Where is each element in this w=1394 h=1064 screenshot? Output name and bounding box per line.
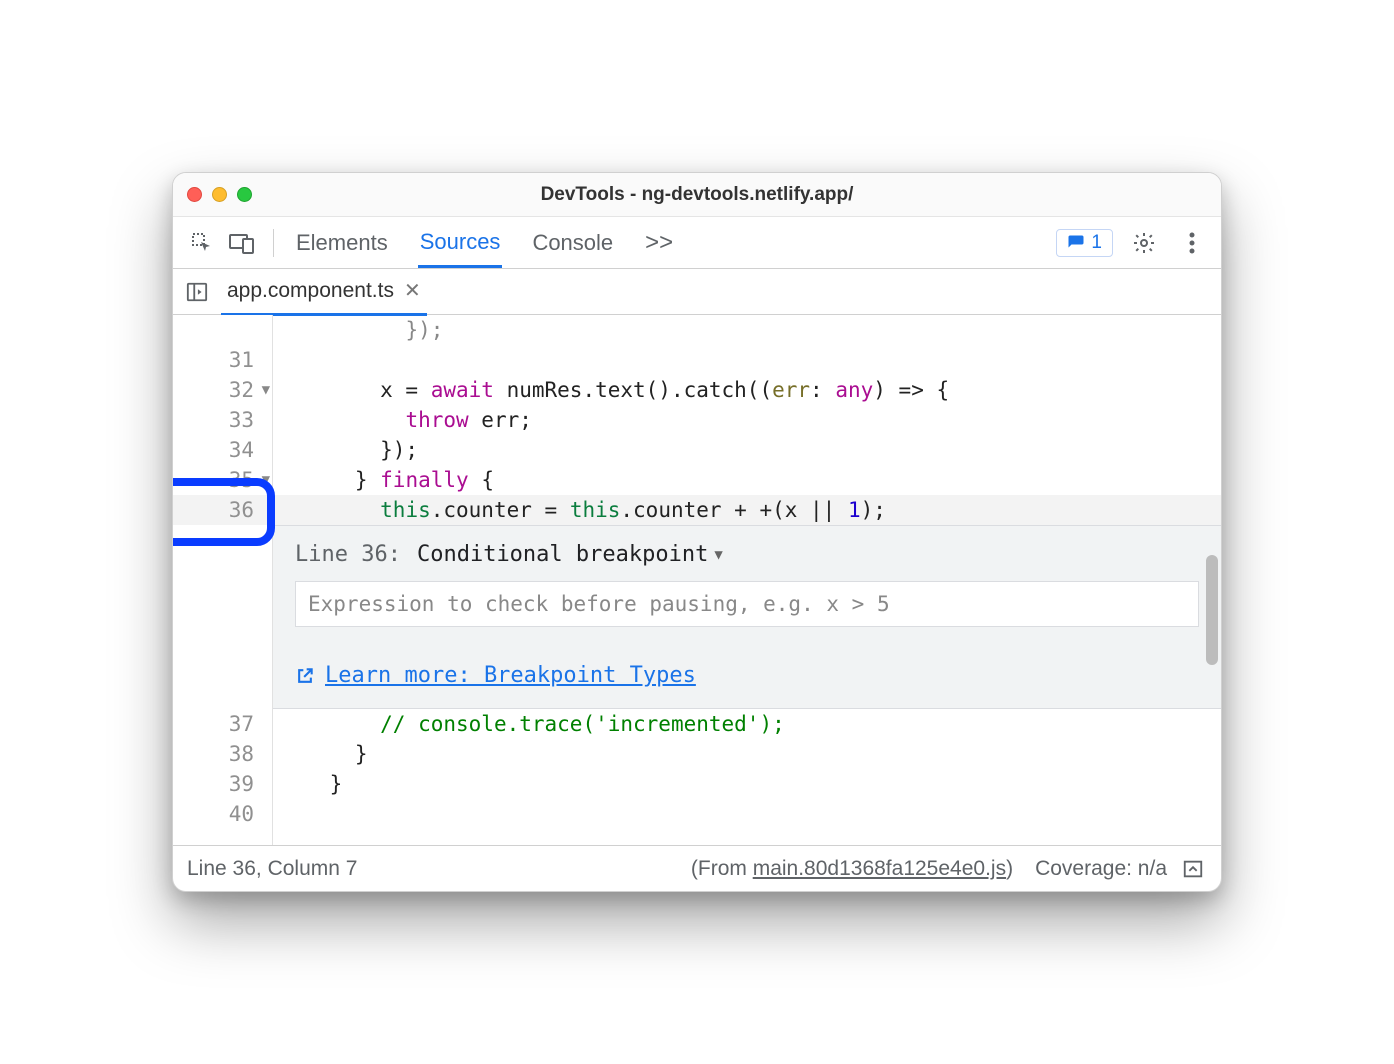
issues-badge[interactable]: 1 (1056, 229, 1113, 257)
status-bar: Line 36, Column 7 (From main.80d1368fa12… (173, 845, 1221, 891)
file-tab-bar: app.component.ts ✕ (173, 269, 1221, 315)
gutter-line[interactable]: 37 (173, 709, 272, 739)
code-line[interactable]: } (273, 739, 1221, 769)
settings-icon[interactable] (1127, 226, 1161, 260)
code-line[interactable] (273, 345, 1221, 375)
minimize-window-button[interactable] (212, 187, 227, 202)
source-map-from: (From main.80d1368fa125e4e0.js) (691, 857, 1013, 881)
tabs-overflow[interactable]: >> (643, 217, 675, 269)
scrollbar-thumb[interactable] (1206, 555, 1218, 665)
gutter-line[interactable]: 39 (173, 769, 272, 799)
close-tab-icon[interactable]: ✕ (404, 278, 421, 303)
inspect-element-icon[interactable] (185, 226, 219, 260)
breakpoint-panel: Line 36: Conditional breakpoint ▼ Learn … (273, 525, 1221, 709)
titlebar: DevTools - ng-devtools.netlify.app/ (173, 173, 1221, 217)
device-toolbar-icon[interactable] (225, 226, 259, 260)
code-line[interactable] (273, 799, 1221, 829)
code-line[interactable]: // console.trace('incremented'); (273, 709, 1221, 739)
breakpoint-type-dropdown[interactable]: Conditional breakpoint ▼ (417, 542, 723, 567)
external-link-icon (295, 666, 315, 686)
window-controls (187, 187, 252, 202)
code-content[interactable]: }); x = await numRes.text().catch((err: … (273, 315, 1221, 845)
file-tab[interactable]: app.component.ts ✕ (221, 268, 427, 316)
tab-console[interactable]: Console (530, 218, 615, 268)
code-line[interactable]: x = await numRes.text().catch((err: any)… (273, 375, 1221, 405)
coverage-status: Coverage: n/a (1035, 857, 1167, 881)
code-line[interactable]: this.counter = this.counter + +(x || 1); (273, 495, 1221, 525)
navigator-toggle-icon[interactable] (181, 276, 213, 308)
gutter-line[interactable]: 32 (173, 375, 272, 405)
gutter[interactable]: 313233343536 37383940 (173, 315, 273, 845)
chevron-down-icon: ▼ (714, 547, 722, 563)
file-tab-name: app.component.ts (227, 279, 394, 303)
gutter-line[interactable]: 40 (173, 799, 272, 829)
code-line[interactable]: throw err; (273, 405, 1221, 435)
breakpoint-line-label: Line 36: (295, 542, 401, 567)
breakpoint-type-label: Conditional breakpoint (417, 542, 708, 567)
main-toolbar: Elements Sources Console >> 1 (173, 217, 1221, 269)
breakpoint-condition-input[interactable] (295, 581, 1199, 627)
code-line[interactable]: } (273, 769, 1221, 799)
gutter-line[interactable]: 38 (173, 739, 272, 769)
gutter-line[interactable] (173, 315, 272, 345)
source-map-link[interactable]: main.80d1368fa125e4e0.js (753, 857, 1006, 880)
panel-tabs: Elements Sources Console >> (294, 217, 1050, 269)
maximize-window-button[interactable] (237, 187, 252, 202)
more-icon[interactable] (1175, 226, 1209, 260)
gutter-line[interactable]: 36 (173, 495, 272, 525)
code-editor: 313233343536 37383940 }); x = await numRe… (173, 315, 1221, 845)
issues-count: 1 (1091, 232, 1102, 254)
gutter-line[interactable]: 35 (173, 465, 272, 495)
code-line[interactable]: }); (273, 435, 1221, 465)
window-title: DevTools - ng-devtools.netlify.app/ (173, 184, 1221, 206)
toolbar-divider (273, 229, 274, 257)
tab-elements[interactable]: Elements (294, 218, 390, 268)
toolbar-right: 1 (1056, 226, 1209, 260)
tab-sources[interactable]: Sources (418, 217, 503, 268)
gutter-line[interactable]: 34 (173, 435, 272, 465)
gutter-line[interactable]: 33 (173, 405, 272, 435)
cursor-position: Line 36, Column 7 (187, 857, 357, 881)
close-window-button[interactable] (187, 187, 202, 202)
breakpoint-learn-more-link[interactable]: Learn more: Breakpoint Types (325, 663, 696, 688)
gutter-line[interactable]: 31 (173, 345, 272, 375)
drawer-toggle-icon[interactable] (1179, 852, 1207, 886)
devtools-window: DevTools - ng-devtools.netlify.app/ Elem… (172, 172, 1222, 892)
code-line[interactable]: } finally { (273, 465, 1221, 495)
code-line[interactable]: }); (273, 315, 1221, 345)
